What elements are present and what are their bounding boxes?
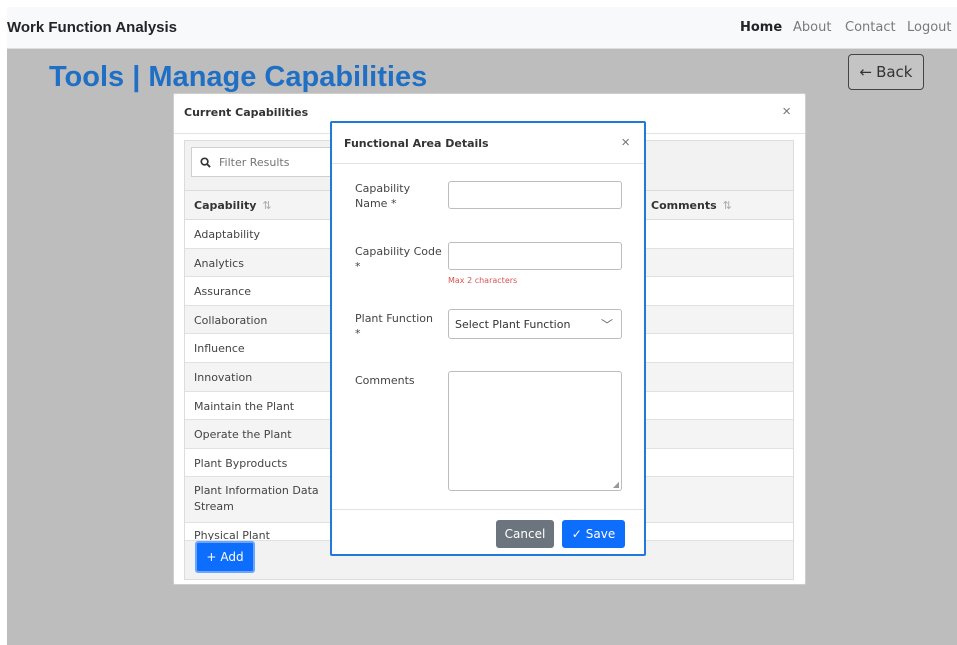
sort-icon[interactable]: ⇅ [723,199,732,212]
capabilities-modal-title: Current Capabilities [184,106,309,119]
details-modal-header: Functional Area Details × [332,123,644,164]
column-header-capability[interactable]: Capability ⇅ [194,199,272,212]
close-icon[interactable]: × [621,134,630,151]
save-button[interactable]: ✓ Save [562,520,625,548]
close-icon[interactable]: × [782,103,791,120]
back-button-label: Back [876,63,913,81]
plus-icon: + [206,550,217,564]
sort-icon[interactable]: ⇅ [262,199,271,212]
comments-label: Comments [355,374,415,387]
details-modal: Functional Area Details × Capability Nam… [330,121,646,556]
table-row-label: Plant Information Data Stream [194,484,319,514]
capability-code-label: Capability Code * [355,245,442,273]
plant-function-label: Plant Function * [355,312,433,340]
cancel-button[interactable]: Cancel [496,520,554,548]
nav-about-link[interactable]: About [793,20,831,35]
code-hint-text: Max 2 characters [448,276,518,285]
column-header-comments[interactable]: Comments ⇅ [651,199,732,212]
details-modal-footer: Cancel ✓ Save [332,509,644,554]
chevron-down-icon: ﹀ [600,318,613,332]
app-brand[interactable]: Work Function Analysis [7,19,177,36]
nav-contact-link[interactable]: Contact [845,20,896,35]
nav-home-link[interactable]: Home [740,20,782,35]
save-button-label: Save [585,527,616,541]
check-icon: ✓ [571,527,582,541]
page-title: Tools | Manage Capabilities [49,61,428,93]
capability-name-input[interactable] [448,181,622,209]
column-header-label: Capability [194,199,257,212]
top-navbar: Work Function Analysis Home About Contac… [7,7,957,49]
add-button-label: Add [220,550,244,564]
capability-code-input[interactable] [448,242,622,270]
plant-function-select[interactable]: Select Plant Function ﹀ [448,309,622,339]
nav-logout-link[interactable]: Logout [907,20,952,35]
add-button[interactable]: + Add [195,541,255,573]
resize-grip-icon[interactable]: ◢ [613,480,619,489]
plant-function-value: Select Plant Function [455,318,571,331]
column-header-label: Comments [651,199,717,212]
capability-name-label: Capability Name * [355,182,411,210]
back-button[interactable]: ← Back [848,54,924,90]
details-modal-title: Functional Area Details [344,137,489,150]
search-icon [200,156,211,168]
arrow-left-icon: ← [859,63,873,81]
comments-textarea[interactable]: ◢ [448,371,622,491]
